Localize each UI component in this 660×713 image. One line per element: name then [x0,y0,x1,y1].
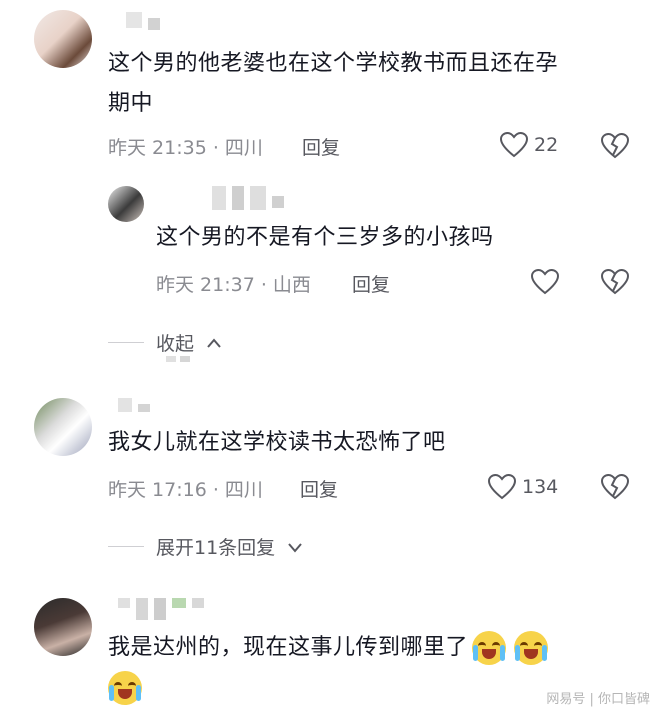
reply-button[interactable]: 回复 [302,133,340,160]
crying-laughing-emoji-icon [514,631,549,665]
collapse-replies-button[interactable]: 收起 [108,329,222,356]
chevron-down-icon [287,541,303,553]
like-count: 134 [522,476,559,498]
like-button[interactable]: 134 [488,474,558,500]
reply-button[interactable]: 回复 [300,475,338,502]
chevron-up-icon [206,337,222,349]
divider [108,546,144,547]
collapse-label: 收起 [156,333,195,355]
expand-label: 展开11条回复 [156,537,276,559]
username-mosaic[interactable] [118,398,150,412]
comment-meta: 昨天 21:35 · 四川 [108,137,263,159]
comment-text: 这个男的他老婆也在这个学校教书而且还在孕 期中 [108,51,559,116]
comment-meta: 昨天 17:16 · 四川 [108,479,263,501]
broken-heart-icon[interactable] [601,269,629,295]
like-button[interactable] [531,269,559,295]
expand-replies-button[interactable]: 展开11条回复 [108,533,303,560]
broken-heart-icon[interactable] [601,133,629,159]
comment-text: 这个男的不是有个三岁多的小孩吗 [156,225,494,250]
avatar[interactable] [108,186,144,222]
username-mosaic[interactable] [118,598,204,620]
username-mosaic[interactable] [126,12,160,30]
watermark: 网易号 | 你口皆碑 [546,692,650,707]
comment-body: 我是达州的，现在这事儿传到哪里了 [108,635,469,660]
avatar[interactable] [34,10,92,68]
username-mosaic[interactable] [212,186,284,210]
broken-heart-icon[interactable] [601,474,629,500]
heart-icon [531,269,559,295]
comment-meta: 昨天 21:37 · 山西 [156,274,311,296]
heart-icon [500,132,528,158]
crying-laughing-emoji-icon [472,631,507,665]
crying-laughing-emoji-icon [108,671,142,705]
reply-button[interactable]: 回复 [352,270,390,297]
comment-text: 我女儿就在这学校读书太恐怖了吧 [108,430,446,455]
avatar[interactable] [34,398,92,456]
heart-icon [488,474,516,500]
avatar[interactable] [34,598,92,656]
like-button[interactable]: 22 [500,132,558,158]
like-count: 22 [534,134,559,156]
divider [108,342,144,343]
mosaic-artifact [166,356,190,362]
